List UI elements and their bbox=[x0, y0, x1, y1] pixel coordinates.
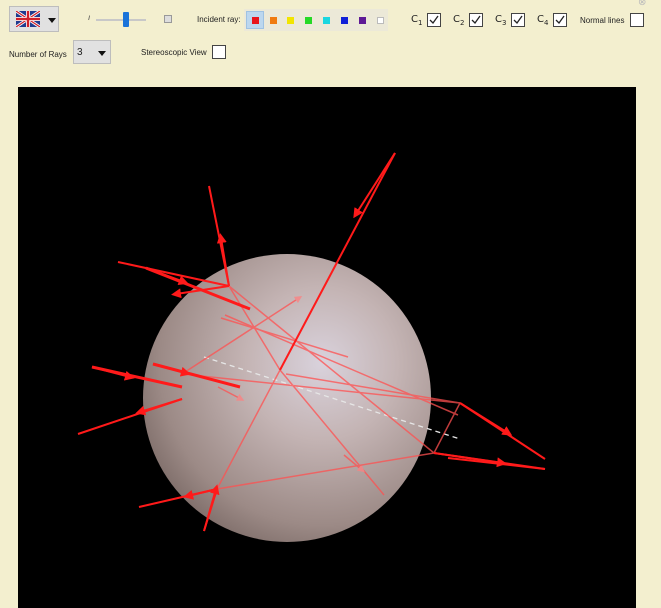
color-swatch-yellow[interactable] bbox=[287, 17, 294, 24]
normal-lines-label: Normal lines bbox=[580, 16, 625, 25]
slider-track bbox=[96, 19, 146, 21]
scene-canvas[interactable] bbox=[18, 87, 636, 608]
c4-checkbox[interactable] bbox=[553, 13, 567, 27]
check-icon bbox=[513, 15, 523, 25]
c4-label: C4 bbox=[537, 14, 549, 27]
slider-max-icon bbox=[164, 15, 172, 23]
c1-label: C1 bbox=[411, 14, 423, 27]
color-swatch-green[interactable] bbox=[305, 17, 312, 24]
stereoscopic-checkbox[interactable] bbox=[212, 45, 226, 59]
c1-checkbox[interactable] bbox=[427, 13, 441, 27]
c2-label: C2 bbox=[453, 14, 465, 27]
slider-thumb[interactable] bbox=[123, 12, 129, 27]
stereoscopic-label: Stereoscopic View bbox=[141, 48, 207, 57]
incident-ray-color-picker[interactable] bbox=[244, 9, 388, 31]
number-of-rays-label: Number of Rays bbox=[9, 50, 67, 59]
color-swatch-white[interactable] bbox=[377, 17, 384, 24]
color-swatch-cyan[interactable] bbox=[323, 17, 330, 24]
color-swatch-red[interactable] bbox=[252, 17, 259, 24]
normal-lines-checkbox[interactable] bbox=[630, 13, 644, 27]
water-sphere bbox=[143, 254, 431, 542]
language-dropdown[interactable] bbox=[9, 6, 59, 32]
c3-checkbox[interactable] bbox=[511, 13, 525, 27]
close-icon[interactable]: ⊗ bbox=[638, 0, 646, 8]
chevron-down-icon bbox=[48, 18, 56, 23]
c2-checkbox[interactable] bbox=[469, 13, 483, 27]
number-of-rays-value: 3 bbox=[77, 47, 83, 58]
check-icon bbox=[471, 15, 481, 25]
raindrop-scene bbox=[77, 152, 546, 542]
ray-slider[interactable]: ı bbox=[86, 10, 176, 27]
check-icon bbox=[429, 15, 439, 25]
c3-label: C3 bbox=[495, 14, 507, 27]
chevron-down-icon bbox=[98, 51, 106, 56]
color-swatch-orange[interactable] bbox=[270, 17, 277, 24]
number-of-rays-select[interactable]: 3 bbox=[73, 40, 111, 64]
color-swatch-purple[interactable] bbox=[359, 17, 366, 24]
incident-ray-label: Incident ray: bbox=[197, 15, 241, 24]
uk-flag-icon bbox=[16, 11, 40, 27]
color-swatch-blue[interactable] bbox=[341, 17, 348, 24]
check-icon bbox=[555, 15, 565, 25]
slider-min-icon: ı bbox=[88, 13, 91, 22]
